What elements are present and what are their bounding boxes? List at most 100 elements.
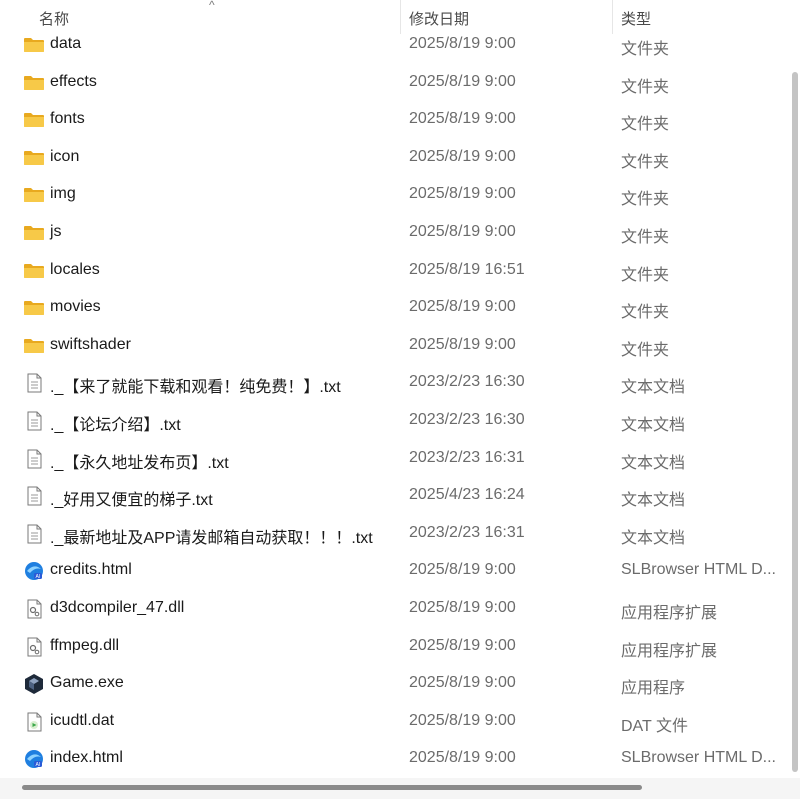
dll-file-icon [23,599,45,619]
file-row[interactable]: Game.exe 2025/8/19 9:00 应用程序 [0,665,790,703]
file-row[interactable]: d3dcompiler_47.dll 2025/8/19 9:00 应用程序扩展 [0,590,790,628]
file-modified-date: 2025/8/19 9:00 [409,298,516,316]
file-modified-date: 2023/2/23 16:30 [409,410,525,428]
folder-icon [23,110,45,130]
file-name: index.html [50,749,123,767]
svg-text:AI: AI [36,574,41,580]
file-type: 文件夹 [621,116,670,134]
file-row[interactable]: ._好用又便宜的梯子.txt 2025/4/23 16:24 文本文档 [0,477,790,515]
file-name: d3dcompiler_47.dll [50,598,185,616]
file-type: 文件夹 [621,41,670,58]
file-type: 文件夹 [621,341,670,359]
file-row[interactable]: ._【来了就能下载和观看！纯免费！】.txt 2023/2/23 16:30 文本文… [0,364,790,402]
file-modified-date: 2023/2/23 16:30 [409,373,525,391]
file-name: movies [50,298,101,316]
file-row[interactable]: js 2025/8/19 9:00 文件夹 [0,214,790,252]
file-row[interactable]: fonts 2025/8/19 9:00 文件夹 [0,101,790,139]
file-name: js [50,222,62,240]
file-modified-date: 2025/8/19 9:00 [409,72,516,90]
vertical-scrollbar[interactable] [792,72,798,772]
dat-file-icon [23,712,45,732]
file-row[interactable]: ._最新地址及APP请发邮箱自动获取！！！.txt 2023/2/23 16:31… [0,515,790,553]
file-name: ._最新地址及APP请发邮箱自动获取！！！.txt [50,529,373,547]
file-type: 应用程序扩展 [621,642,718,660]
file-type: 文本文档 [621,454,686,472]
file-row[interactable]: img 2025/8/19 9:00 文件夹 [0,176,790,214]
file-type: 文件夹 [621,153,670,171]
file-modified-date: 2023/2/23 16:31 [409,523,525,541]
file-type: 文本文档 [621,529,686,547]
file-modified-date: 2025/8/19 9:00 [409,185,516,203]
browser-html-icon: AI [23,561,45,581]
file-name: locales [50,260,100,278]
folder-icon [23,336,45,356]
svg-text:AI: AI [36,762,41,768]
horizontal-scrollbar-thumb[interactable] [22,785,642,790]
folder-icon [23,35,45,55]
file-name: ._好用又便宜的梯子.txt [50,492,213,510]
file-row[interactable]: AI credits.html 2025/8/19 9:00 SLBrowser HT… [0,552,790,590]
file-modified-date: 2025/8/19 9:00 [409,636,516,654]
folder-icon [23,185,45,205]
file-name: ffmpeg.dll [50,636,120,654]
file-modified-date: 2023/2/23 16:31 [409,448,525,466]
file-type: 文本文档 [621,379,686,397]
file-type: 文件夹 [621,78,670,96]
file-row[interactable]: ._【永久地址发布页】.txt 2023/2/23 16:31 文本文档 [0,440,790,478]
file-row[interactable]: ffmpeg.dll 2025/8/19 9:00 应用程序扩展 [0,628,790,666]
file-type: SLBrowser HTML D... [621,749,776,767]
file-row[interactable]: effects 2025/8/19 9:00 文件夹 [0,64,790,102]
file-row[interactable]: AI index.html 2025/8/19 9:00 SLBrowser HTML… [0,740,790,778]
file-modified-date: 2025/8/19 9:00 [409,35,516,52]
file-name: credits.html [50,561,132,579]
file-modified-date: 2025/8/19 9:00 [409,110,516,128]
file-type: SLBrowser HTML D... [621,561,776,579]
file-modified-date: 2025/8/19 9:00 [409,147,516,165]
file-type: DAT 文件 [621,717,688,735]
file-modified-date: 2025/4/23 16:24 [409,486,525,504]
file-type: 应用程序 [621,680,686,698]
file-modified-date: 2025/8/19 16:51 [409,260,525,278]
folder-icon [23,73,45,93]
folder-icon [23,298,45,318]
file-type: 文件夹 [621,228,670,246]
file-name: ._【论坛介绍】.txt [50,416,181,434]
file-name: swiftshader [50,335,131,353]
file-name: ._【来了就能下载和观看！纯免费！】.txt [50,379,341,397]
file-modified-date: 2025/8/19 9:00 [409,598,516,616]
file-modified-date: 2025/8/19 9:00 [409,711,516,729]
file-type: 文件夹 [621,304,670,322]
folder-icon [23,223,45,243]
file-name: icudtl.dat [50,711,115,729]
file-modified-date: 2025/8/19 9:00 [409,561,516,579]
file-name: icon [50,147,80,165]
file-row[interactable]: icudtl.dat 2025/8/19 9:00 DAT 文件 [0,703,790,741]
file-name: ._【永久地址发布页】.txt [50,454,229,472]
browser-html-icon: AI [23,749,45,769]
file-row[interactable]: swiftshader 2025/8/19 9:00 文件夹 [0,327,790,365]
text-file-icon [23,524,45,544]
file-row[interactable]: data 2025/8/19 9:00 文件夹 [0,26,790,64]
file-type: 文本文档 [621,492,686,510]
file-modified-date: 2025/8/19 9:00 [409,222,516,240]
text-file-icon [23,373,45,393]
file-modified-date: 2025/8/19 9:00 [409,674,516,692]
file-row[interactable]: icon 2025/8/19 9:00 文件夹 [0,139,790,177]
file-type: 应用程序扩展 [621,604,718,622]
text-file-icon [23,449,45,469]
folder-icon [23,261,45,281]
game-exe-icon [23,674,45,695]
file-name: img [50,185,76,203]
folder-icon [23,148,45,168]
sort-ascending-icon: ^ [209,0,215,12]
file-name: Game.exe [50,674,124,692]
file-row[interactable]: movies 2025/8/19 9:00 文件夹 [0,289,790,327]
file-row[interactable]: ._【论坛介绍】.txt 2023/2/23 16:30 文本文档 [0,402,790,440]
text-file-icon [23,486,45,506]
file-type: 文本文档 [621,416,686,434]
file-name: data [50,35,82,52]
file-modified-date: 2025/8/19 9:00 [409,335,516,353]
file-modified-date: 2025/8/19 9:00 [409,749,516,767]
text-file-icon [23,411,45,431]
file-row[interactable]: locales 2025/8/19 16:51 文件夹 [0,252,790,290]
